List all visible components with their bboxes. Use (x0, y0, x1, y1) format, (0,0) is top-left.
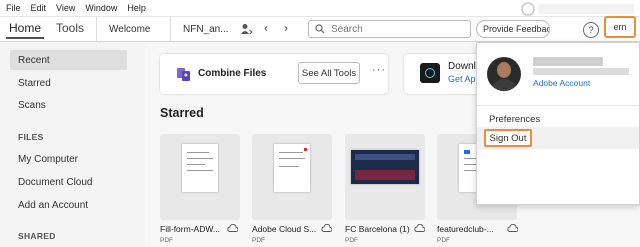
account-menu: Adobe Account Preferences Sign Out (476, 42, 640, 205)
account-button[interactable]: ern (604, 16, 636, 38)
menu-window[interactable]: Window (85, 3, 117, 13)
combine-files-card[interactable]: Combine Files See All Tools ··· (160, 54, 388, 94)
sidebar-item-document-cloud[interactable]: Document Cloud (10, 172, 127, 192)
pdf-page-preview (274, 144, 310, 192)
file-name[interactable]: Fill-form-ADW... (160, 224, 220, 234)
cloud-icon (321, 224, 332, 232)
help-icon[interactable]: ? (583, 22, 599, 38)
file-thumbnail[interactable] (160, 134, 240, 220)
search-placeholder: Search (331, 23, 363, 35)
tab-document[interactable]: NFN_an... (170, 17, 236, 41)
sidebar: Recent Starred Scans FILES My Computer D… (0, 42, 145, 247)
tab-welcome-label: Welcome (109, 23, 151, 35)
menu-file[interactable]: File (6, 3, 21, 13)
download-card-title: Downl (448, 61, 476, 72)
combine-files-title: Combine Files (198, 68, 267, 79)
tab-bar: Home Tools Welcome NFN_an... ‹ › Search … (0, 17, 640, 42)
more-options-icon[interactable]: ··· (372, 64, 386, 76)
cloud-icon (414, 224, 425, 232)
file-name[interactable]: featuredclub-... (437, 224, 494, 234)
get-app-link[interactable]: Get Ap (448, 74, 476, 84)
file-type: PDF (345, 237, 358, 244)
watermark-logo (521, 2, 634, 16)
starred-section-title: Starred (160, 106, 204, 120)
tab-document-label: NFN_an... (183, 23, 229, 35)
sidebar-item-my-computer[interactable]: My Computer (10, 149, 127, 169)
sidebar-shared-header: SHARED (18, 231, 56, 241)
adobe-account-link[interactable]: Adobe Account (533, 78, 590, 88)
combine-files-icon (177, 68, 190, 81)
redacted-user-email (533, 68, 629, 75)
cloud-icon (227, 224, 238, 232)
menu-help[interactable]: Help (127, 3, 146, 13)
file-thumbnail[interactable] (345, 134, 425, 220)
redacted-user-name (533, 57, 603, 66)
preferences-menu-item[interactable]: Preferences (489, 114, 540, 125)
tab-tools[interactable]: Tools (56, 21, 84, 35)
menu-edit[interactable]: Edit (31, 3, 47, 13)
provide-feedback-button[interactable]: Provide Feedback (476, 20, 550, 38)
search-input[interactable]: Search (308, 20, 471, 38)
active-tab-indicator (6, 37, 44, 39)
photo-preview (351, 150, 419, 184)
file-name[interactable]: Adobe Cloud S... (252, 224, 316, 234)
sidebar-item-recent[interactable]: Recent (10, 50, 127, 70)
file-name[interactable]: FC Barcelona (1) (345, 224, 410, 234)
search-icon (315, 24, 325, 34)
sign-out-label: Sign Out (489, 132, 527, 144)
avatar (487, 57, 521, 91)
sidebar-item-scans[interactable]: Scans (10, 95, 127, 115)
cloud-icon (507, 224, 518, 232)
file-type: PDF (252, 237, 265, 244)
tab-welcome[interactable]: Welcome (96, 17, 170, 41)
sign-out-button[interactable]: Sign Out (484, 129, 532, 147)
share-user-icon[interactable] (240, 22, 254, 36)
menu-view[interactable]: View (56, 3, 75, 13)
sidebar-item-starred[interactable]: Starred (10, 73, 127, 93)
file-type: PDF (437, 237, 450, 244)
scan-app-icon (420, 63, 440, 83)
menu-divider (477, 105, 639, 106)
chevron-left-icon[interactable]: ‹ (264, 21, 268, 35)
account-button-label: ern (613, 22, 627, 32)
chevron-right-icon[interactable]: › (284, 21, 288, 35)
see-all-tools-button[interactable]: See All Tools (298, 62, 360, 84)
sidebar-item-add-account[interactable]: Add an Account (10, 195, 127, 215)
tab-home[interactable]: Home (9, 21, 41, 35)
sidebar-files-header: FILES (18, 132, 44, 142)
file-type: PDF (160, 237, 173, 244)
file-thumbnail[interactable] (252, 134, 332, 220)
pdf-page-preview (182, 144, 218, 192)
